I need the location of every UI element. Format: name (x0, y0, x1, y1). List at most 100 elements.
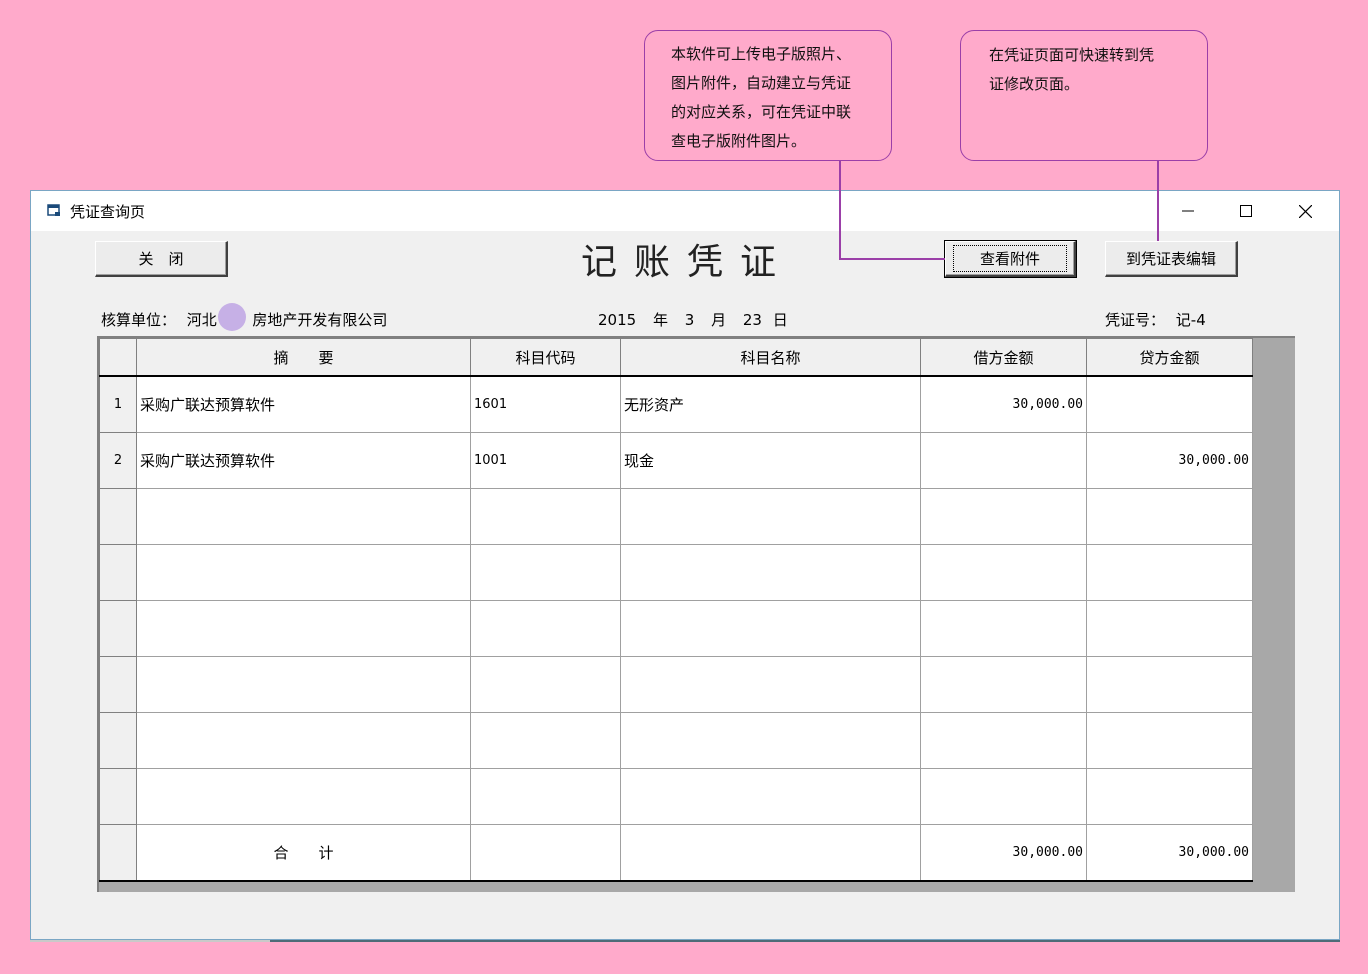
total-credit: 30,000.00 (1086, 824, 1253, 882)
close-button-label: 关 闭 (138, 250, 184, 268)
view-attachment-button[interactable]: 查看附件 (944, 240, 1077, 278)
summary-cell[interactable] (136, 712, 471, 769)
title-bar[interactable]: 凭证查询页 (31, 191, 1339, 231)
code-cell[interactable] (470, 656, 621, 713)
table-row[interactable] (99, 600, 1253, 657)
table-row[interactable] (99, 768, 1253, 825)
unit-name-suffix: 房地产开发有限公司 (252, 311, 388, 329)
credit-cell[interactable] (1086, 600, 1253, 657)
row-number (99, 488, 137, 545)
close-window-button[interactable] (1276, 191, 1334, 231)
callout-connector (839, 161, 841, 260)
table-row[interactable] (99, 488, 1253, 545)
debit-cell[interactable]: 30,000.00 (920, 375, 1087, 433)
debit-cell[interactable] (920, 544, 1087, 601)
maximize-icon (1240, 205, 1252, 217)
total-debit: 30,000.00 (920, 824, 1087, 882)
table-row[interactable]: 2 采购广联达预算软件 1001 现金 30,000.00 (99, 432, 1253, 489)
debit-cell[interactable] (920, 488, 1087, 545)
account-name-cell[interactable] (620, 488, 921, 545)
unit-label: 核算单位： (101, 311, 177, 329)
close-button[interactable]: 关 闭 (95, 241, 228, 277)
maximize-button[interactable] (1217, 191, 1275, 231)
code-cell[interactable] (470, 544, 621, 601)
account-name-cell[interactable]: 现金 (620, 432, 921, 489)
voucher-grid[interactable]: 摘 要 科目代码 科目名称 借方金额 贷方金额 1 采购广联达预算软件 1601… (97, 336, 1295, 892)
debit-cell[interactable] (920, 712, 1087, 769)
credit-cell[interactable] (1086, 768, 1253, 825)
row-number (99, 600, 137, 657)
account-name-cell[interactable] (620, 656, 921, 713)
voucher-table: 摘 要 科目代码 科目名称 借方金额 贷方金额 1 采购广联达预算软件 1601… (99, 338, 1253, 882)
app-icon (47, 204, 60, 216)
voucher-date: 2015 年 3 月 23 日 (598, 309, 788, 330)
callout-line: 查电子版附件图片。 (671, 132, 807, 150)
row-number (99, 768, 137, 825)
credit-cell[interactable] (1086, 544, 1253, 601)
code-cell[interactable] (470, 712, 621, 769)
debit-cell[interactable] (920, 600, 1087, 657)
column-header-credit[interactable]: 贷方金额 (1086, 338, 1253, 377)
row-number: 1 (99, 375, 137, 433)
credit-cell[interactable]: 30,000.00 (1086, 432, 1253, 489)
table-row[interactable]: 1 采购广联达预算软件 1601 无形资产 30,000.00 (99, 375, 1253, 433)
account-name-cell (620, 824, 921, 882)
voucher-number-label: 凭证号： (1105, 311, 1166, 329)
row-number (99, 656, 137, 713)
summary-cell[interactable] (136, 488, 471, 545)
account-name-cell[interactable]: 无形资产 (620, 375, 921, 433)
summary-cell[interactable] (136, 600, 471, 657)
row-number (99, 824, 137, 882)
code-cell[interactable]: 1001 (470, 432, 621, 489)
debit-cell[interactable] (920, 432, 1087, 489)
table-row[interactable] (99, 712, 1253, 769)
minimize-button[interactable] (1159, 191, 1217, 231)
credit-cell[interactable] (1086, 712, 1253, 769)
table-row[interactable] (99, 656, 1253, 713)
total-label: 合 计 (136, 824, 471, 882)
table-row[interactable] (99, 544, 1253, 601)
code-cell[interactable]: 1601 (470, 375, 621, 433)
code-cell[interactable] (470, 488, 621, 545)
code-cell (470, 824, 621, 882)
summary-cell[interactable]: 采购广联达预算软件 (136, 432, 471, 489)
redaction-blot (217, 302, 246, 331)
summary-cell[interactable]: 采购广联达预算软件 (136, 375, 471, 433)
date-month: 3 (684, 311, 695, 329)
column-header-code[interactable]: 科目代码 (470, 338, 621, 377)
account-name-cell[interactable] (620, 544, 921, 601)
window-title: 凭证查询页 (70, 203, 146, 221)
callout-line: 证修改页面。 (989, 75, 1080, 93)
column-header-name[interactable]: 科目名称 (620, 338, 921, 377)
callout-line: 图片附件，自动建立与凭证 (671, 74, 852, 92)
edit-voucher-label: 到凭证表编辑 (1125, 250, 1216, 268)
day-label: 日 (772, 311, 788, 329)
voucher-number: 凭证号： 记-4 (1105, 309, 1206, 330)
column-header-summary[interactable]: 摘 要 (136, 338, 471, 377)
account-name-cell[interactable] (620, 768, 921, 825)
voucher-heading: 记账凭证 (581, 242, 794, 283)
column-header-debit[interactable]: 借方金额 (920, 338, 1087, 377)
code-cell[interactable] (470, 768, 621, 825)
view-attachment-label: 查看附件 (952, 245, 1067, 272)
summary-cell[interactable] (136, 656, 471, 713)
credit-cell[interactable] (1086, 656, 1253, 713)
summary-cell[interactable] (136, 768, 471, 825)
row-number (99, 712, 137, 769)
edit-voucher-button[interactable]: 到凭证表编辑 (1105, 241, 1238, 277)
voucher-query-window: 凭证查询页 关 闭 查看附件 到凭证表编辑 记账凭证 核算单位： 河北 房地产开… (30, 190, 1340, 940)
edit-callout: 在凭证页面可快速转到凭 证修改页面。 (960, 30, 1208, 161)
account-name-cell[interactable] (620, 712, 921, 769)
callout-connector (839, 258, 945, 260)
row-number: 2 (99, 432, 137, 489)
credit-cell[interactable] (1086, 375, 1253, 433)
debit-cell[interactable] (920, 656, 1087, 713)
year-label: 年 (652, 311, 668, 329)
account-name-cell[interactable] (620, 600, 921, 657)
code-cell[interactable] (470, 600, 621, 657)
voucher-number-value: 记-4 (1175, 311, 1206, 329)
credit-cell[interactable] (1086, 488, 1253, 545)
summary-cell[interactable] (136, 544, 471, 601)
debit-cell[interactable] (920, 768, 1087, 825)
close-icon (1298, 204, 1312, 218)
